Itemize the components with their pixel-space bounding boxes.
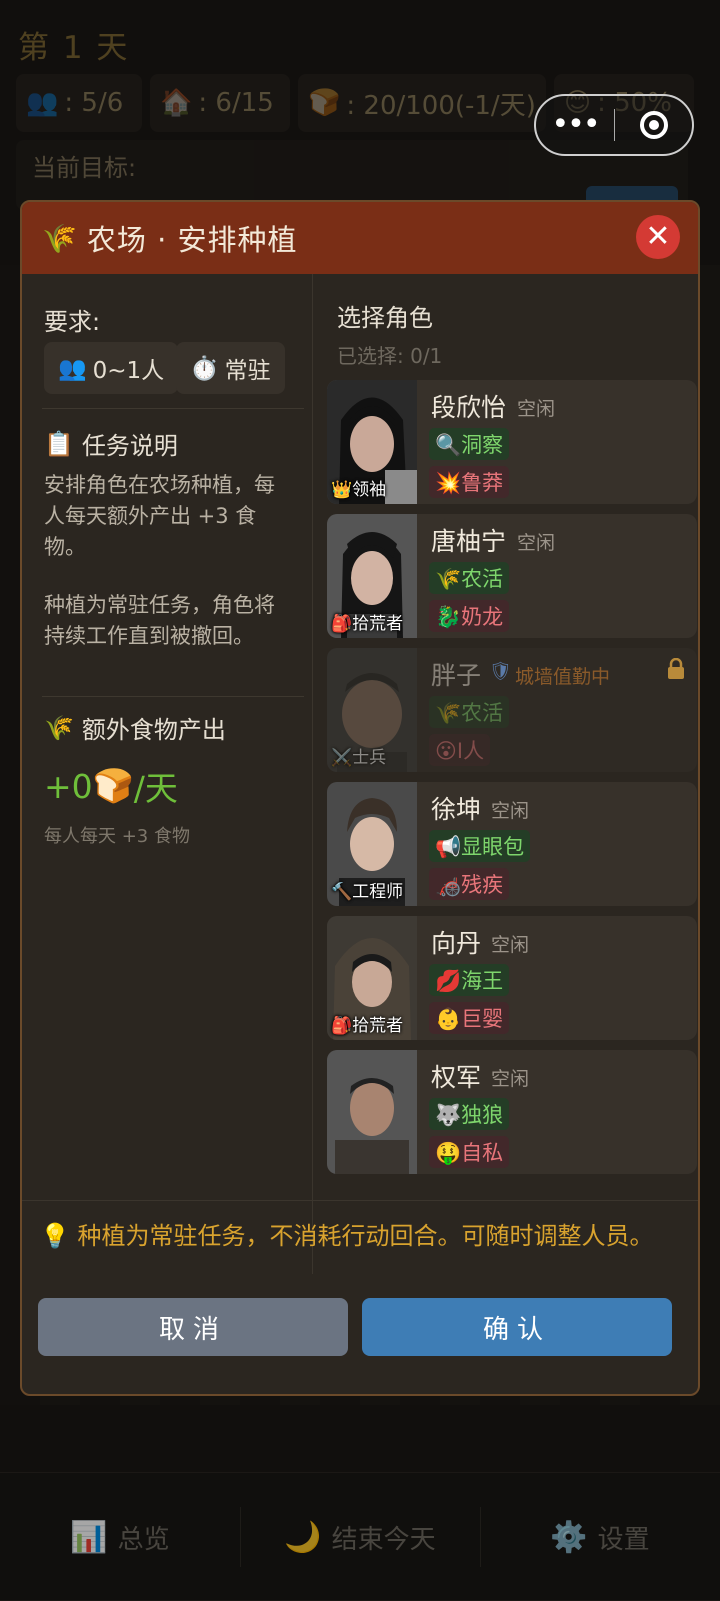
character-role: 👑领袖 — [331, 480, 387, 500]
trait-tag-negative: 🦽残疾 — [429, 868, 510, 900]
character-name: 向丹 — [431, 929, 482, 958]
trait-tag-positive: 🐺独狼 — [429, 1098, 510, 1130]
character-name: 段欣怡 — [431, 393, 507, 422]
character-card[interactable]: 🎒拾荒者 向丹 空闲 💋海王 👶巨婴 — [327, 916, 697, 1040]
character-portrait: 🎒拾荒者 — [327, 514, 417, 638]
close-button[interactable]: ✕ — [636, 215, 680, 259]
trait-tag-negative: 🤑自私 — [429, 1136, 510, 1168]
output-value: +0 — [44, 766, 93, 806]
task-desc-2: 种植为常驻任务，角色将持续工作直到被撤回。 — [44, 593, 275, 648]
modal-title: 农场 · 安排种植 — [86, 223, 298, 257]
wheat-icon: 🌾 — [42, 221, 77, 255]
character-card[interactable]: 🎒拾荒者 唐柚宁 空闲 🌾农活 🐉奶龙 — [327, 514, 697, 638]
req-duration-chip: ⏱️ 常驻 — [176, 342, 285, 394]
target-icon — [639, 111, 668, 139]
exit-button[interactable] — [615, 111, 692, 139]
character-card[interactable]: 权军 空闲 🐺独狼 🤑自私 — [327, 1050, 697, 1174]
output-note: 每人每天 +3 食物 — [44, 826, 190, 847]
character-status: 空闲 — [491, 1068, 530, 1090]
character-portrait — [327, 1050, 417, 1174]
task-desc-title-text: 任务说明 — [81, 432, 178, 460]
character-role: 🎒拾荒者 — [331, 614, 404, 634]
stopwatch-icon: ⏱️ — [190, 355, 219, 382]
trait-tag-positive: 🌾农活 — [429, 696, 510, 728]
trait-tag-positive: 🔍洞察 — [429, 428, 510, 460]
character-card[interactable]: 🔨工程师 徐坤 空闲 📢显眼包 🦽残疾 — [327, 782, 697, 906]
tip-text: 💡 种植为常驻任务，不消耗行动回合。可随时调整人员。 — [40, 1222, 654, 1250]
character-role: ⚔️士兵 — [331, 748, 387, 768]
character-status: 城墙值勤中 — [515, 666, 611, 688]
character-role: 🎒拾荒者 — [331, 1016, 404, 1036]
character-name: 唐柚宁 — [431, 527, 507, 556]
people-icon: 👥 — [58, 355, 87, 382]
bread-icon: 🍞 — [92, 766, 134, 805]
character-role: 🔨工程师 — [331, 882, 404, 902]
lock-icon — [668, 658, 684, 679]
select-title: 选择角色 — [337, 304, 433, 332]
character-status: 空闲 — [491, 800, 530, 822]
task-info-panel: 要求: 👥 0~1人 ⏱️ 常驻 📋 任务说明 安排角色在农场种植，每人每天额外… — [22, 274, 310, 1274]
clipboard-icon: 📋 — [44, 429, 74, 458]
food-output: +0 🍞 /天 — [44, 762, 178, 810]
trait-tag-positive: 📢显眼包 — [429, 830, 531, 862]
more-menu-button[interactable]: ••• — [536, 110, 614, 140]
trait-tag-negative: 👶巨婴 — [429, 1002, 510, 1034]
confirm-button[interactable]: 确认 — [362, 1298, 672, 1356]
character-portrait: 🔨工程师 — [327, 782, 417, 906]
requirements-label: 要求: — [44, 308, 101, 336]
selected-count: 已选择: 0/1 — [337, 344, 443, 368]
character-name: 徐坤 — [431, 795, 482, 824]
task-desc-1: 安排角色在农场种植，每人每天额外产出 +3 食物。 — [44, 473, 275, 559]
farm-assign-modal: 🌾 农场 · 安排种植 ✕ 要求: 👥 0~1人 ⏱️ 常驻 📋 任务说明 安排… — [20, 200, 700, 1396]
output-unit: /天 — [133, 769, 178, 808]
trait-tag-negative: 🐉奶龙 — [429, 600, 510, 632]
task-desc-title: 📋 任务说明 — [44, 426, 178, 461]
trait-tag-negative: 😮I人 — [429, 734, 491, 766]
character-card[interactable]: 👑领袖 段欣怡 空闲 🔍洞察 💥鲁莽 — [327, 380, 697, 504]
wheat-icon: 🌾 — [44, 713, 74, 742]
divider — [42, 696, 304, 697]
req-duration-text: 常驻 — [224, 358, 271, 384]
trait-tag-negative: 💥鲁莽 — [429, 466, 510, 498]
character-name: 胖子 — [431, 661, 482, 690]
trait-tag-positive: 🌾农活 — [429, 562, 510, 594]
miniprogram-capsule: ••• — [534, 94, 694, 156]
shield-icon: 🛡 — [489, 661, 512, 682]
character-portrait: 🎒拾荒者 — [327, 916, 417, 1040]
cancel-button[interactable]: 取消 — [38, 1298, 348, 1356]
character-status: 空闲 — [517, 398, 556, 420]
character-card-locked: ⚔️士兵 胖子 🛡 城墙值勤中 🌾农活 😮I人 — [327, 648, 697, 772]
character-status: 空闲 — [491, 934, 530, 956]
character-portrait: ⚔️士兵 — [327, 648, 417, 772]
req-people-text: 0~1人 — [92, 358, 165, 384]
character-name: 权军 — [431, 1063, 482, 1092]
output-title: 🌾 额外食物产出 — [44, 710, 226, 745]
modal-header: 🌾 农场 · 安排种植 ✕ — [22, 202, 698, 274]
character-portrait: 👑领袖 — [327, 380, 417, 504]
character-status: 空闲 — [517, 532, 556, 554]
divider — [22, 1200, 698, 1201]
trait-tag-positive: 💋海王 — [429, 964, 510, 996]
divider — [42, 408, 304, 409]
req-people-chip: 👥 0~1人 — [44, 342, 179, 394]
character-select-panel: 选择角色 已选择: 0/1 👑领袖 段欣怡 空闲 🔍洞察 💥鲁莽 🎒拾荒者 唐柚… — [312, 274, 698, 1274]
output-title-text: 额外食物产出 — [81, 716, 226, 744]
